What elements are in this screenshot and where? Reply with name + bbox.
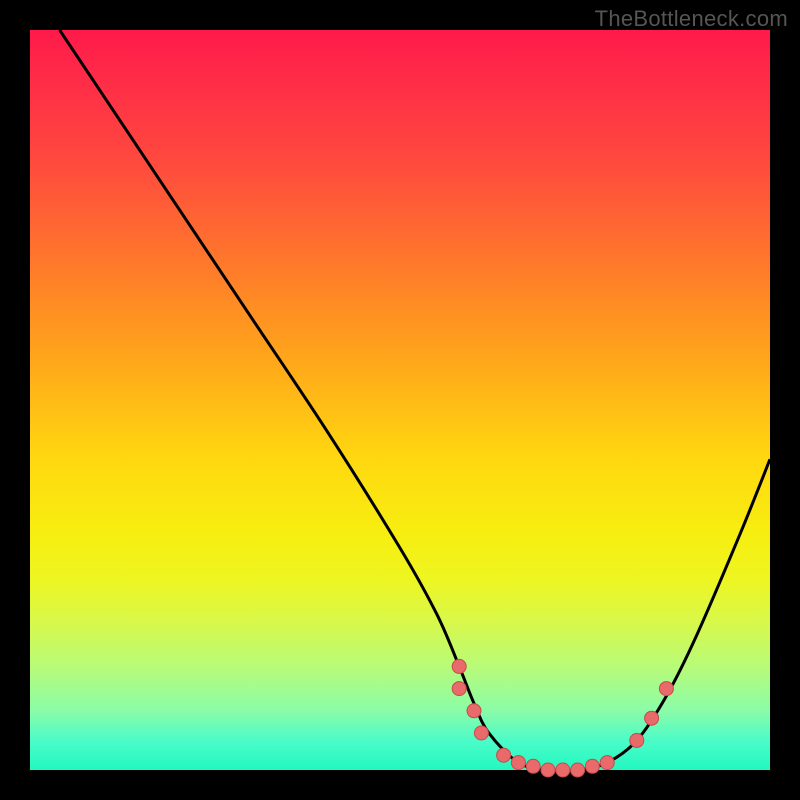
data-marker (645, 711, 659, 725)
data-marker (659, 682, 673, 696)
watermark-text: TheBottleneck.com (595, 6, 788, 32)
data-marker (474, 726, 488, 740)
data-marker (630, 733, 644, 747)
data-marker (556, 763, 570, 777)
data-marker (511, 756, 525, 770)
data-marker (585, 759, 599, 773)
bottleneck-curve (60, 30, 770, 771)
data-marker (497, 748, 511, 762)
data-marker (571, 763, 585, 777)
marker-group (452, 659, 673, 777)
data-marker (541, 763, 555, 777)
plot-area (30, 30, 770, 770)
chart-container: TheBottleneck.com (0, 0, 800, 800)
data-marker (600, 756, 614, 770)
data-marker (452, 682, 466, 696)
data-marker (526, 759, 540, 773)
data-marker (452, 659, 466, 673)
curve-svg (30, 30, 770, 770)
data-marker (467, 704, 481, 718)
